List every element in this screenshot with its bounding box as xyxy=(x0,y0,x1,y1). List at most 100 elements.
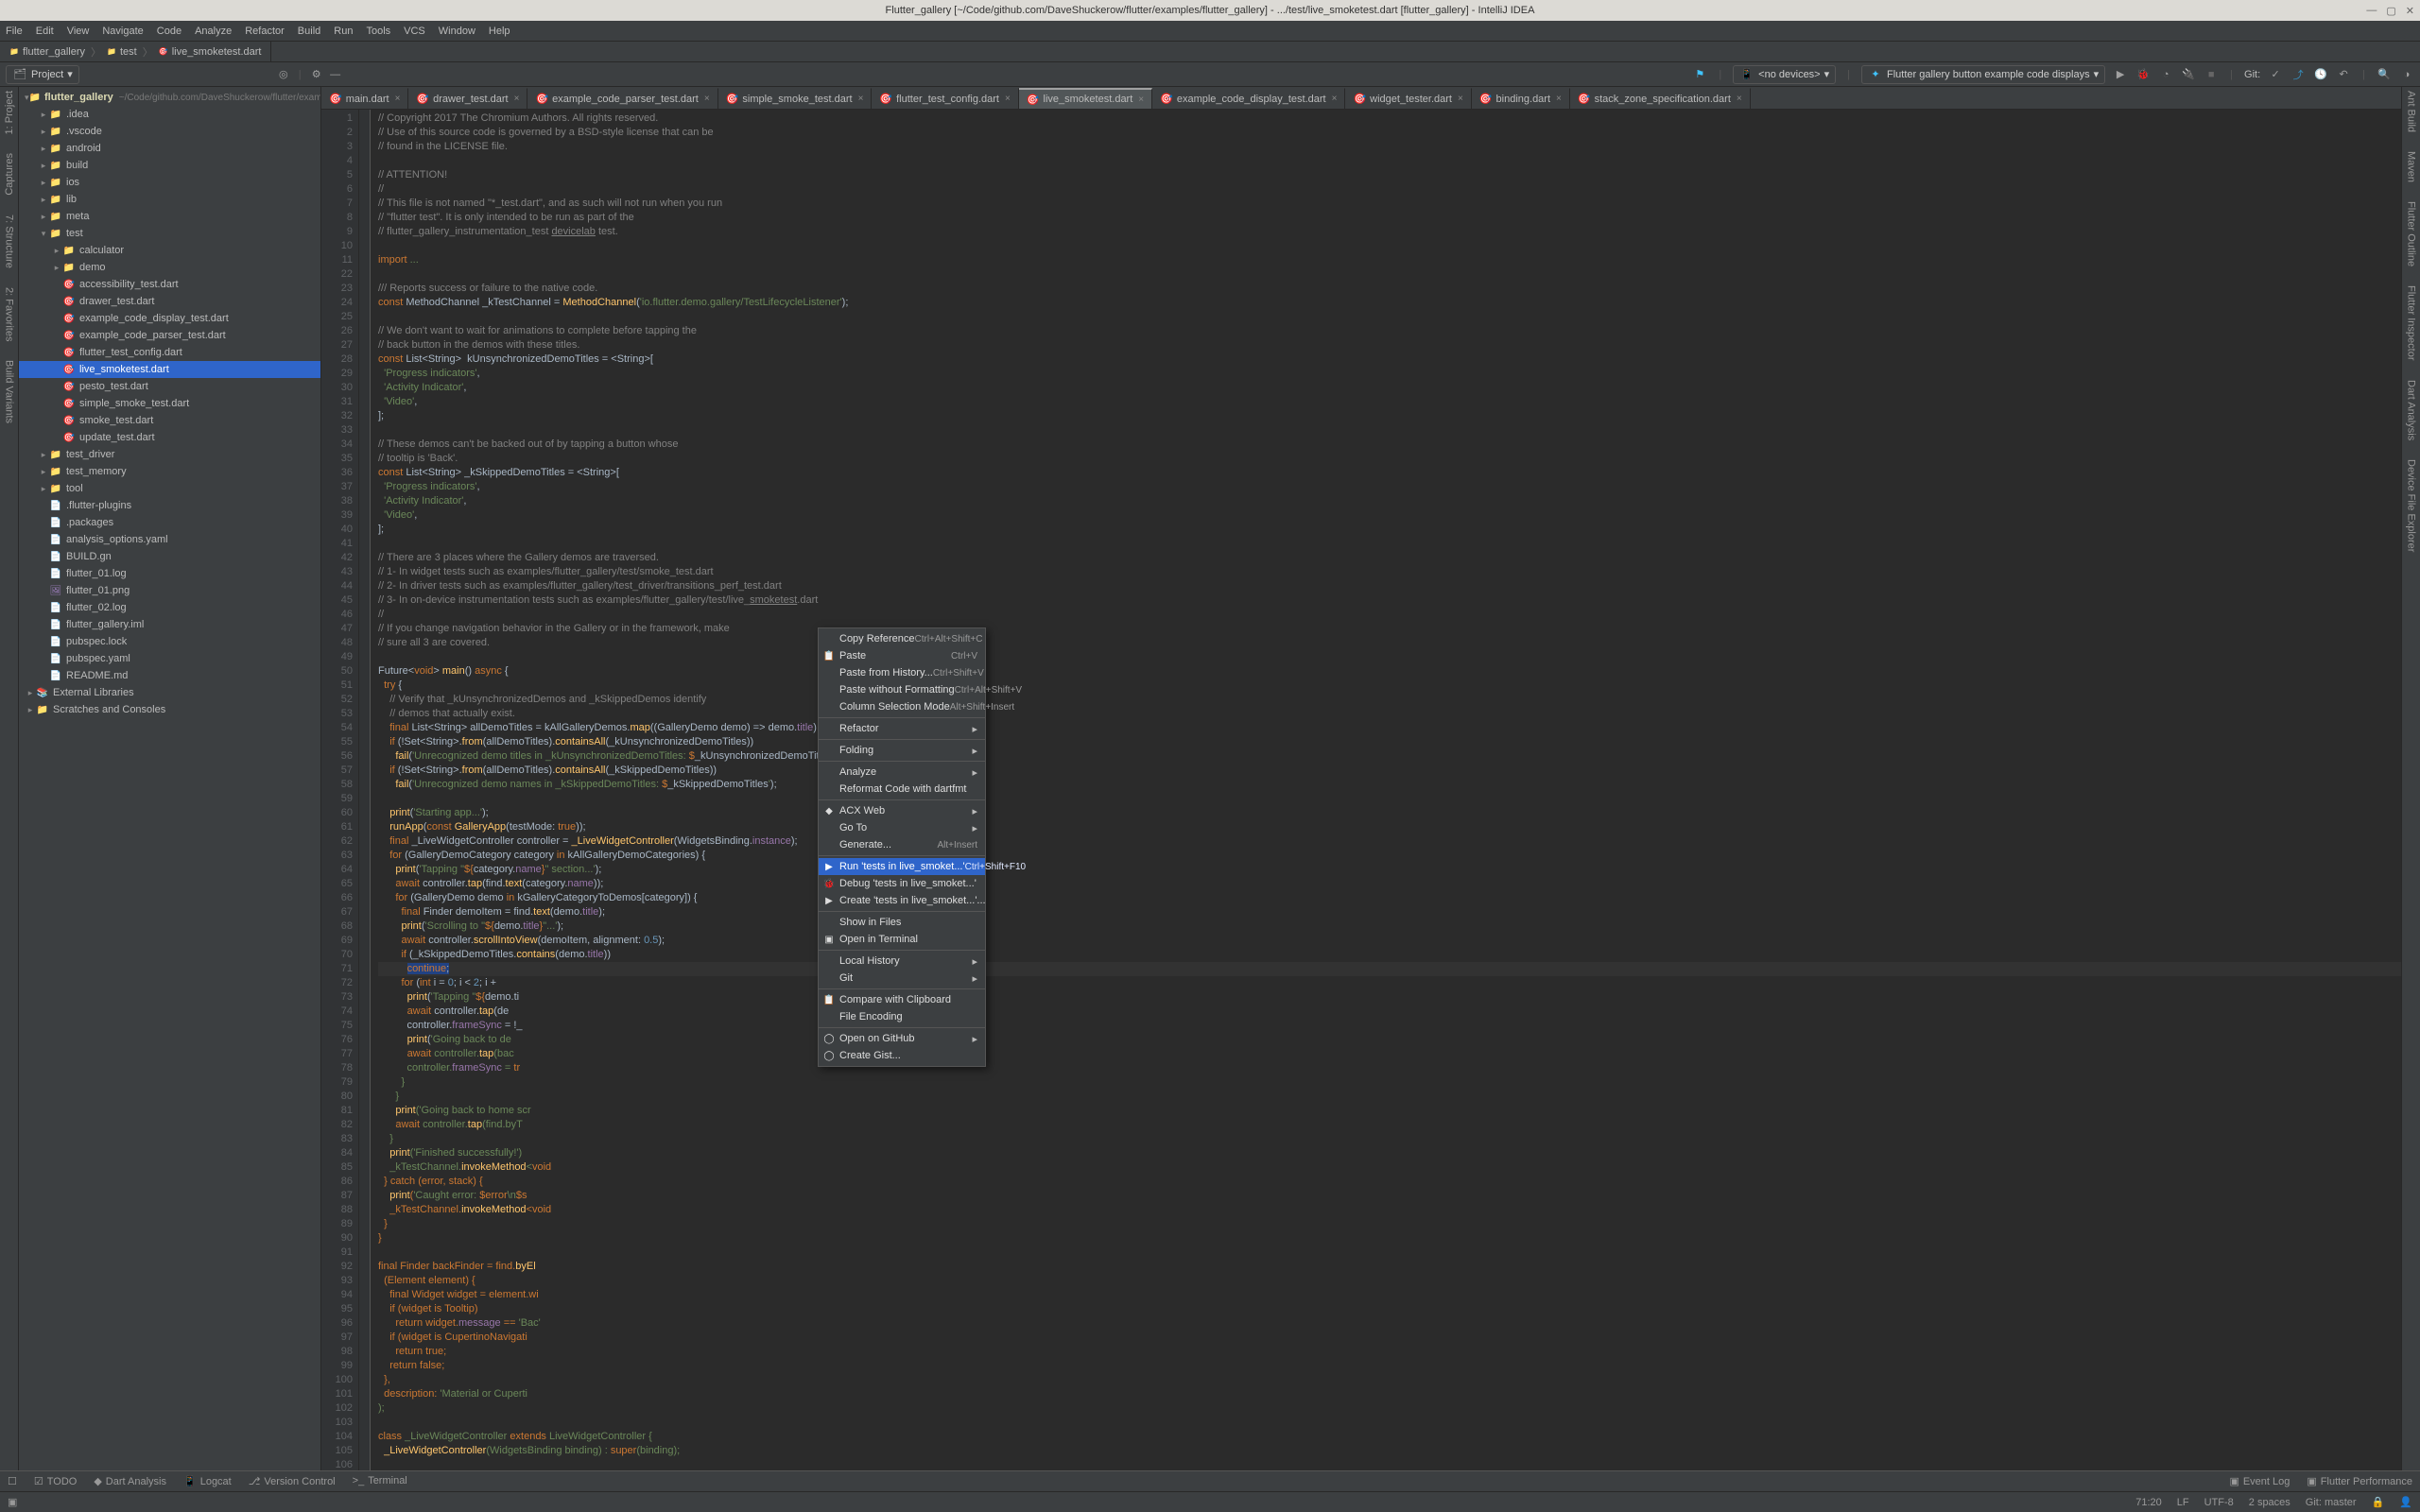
ctx-file-encoding[interactable]: File Encoding xyxy=(819,1008,985,1025)
ctx-analyze[interactable]: Analyze▸ xyxy=(819,764,985,781)
menu-run[interactable]: Run xyxy=(334,26,353,37)
tree--vscode[interactable]: ▸📁.vscode xyxy=(19,123,320,140)
tab-example-code-display-test-dart[interactable]: 🎯example_code_display_test.dart× xyxy=(1152,88,1345,109)
close-icon[interactable]: × xyxy=(514,94,520,104)
ctx-open-in-terminal[interactable]: ▣Open in Terminal xyxy=(819,931,985,948)
tree-flutter-test-config-dart[interactable]: 🎯flutter_test_config.dart xyxy=(19,344,320,361)
stop-icon[interactable]: ■ xyxy=(2204,67,2219,82)
tree-pesto-test-dart[interactable]: 🎯pesto_test.dart xyxy=(19,378,320,395)
minimize-icon[interactable]: — xyxy=(2366,5,2377,17)
gear-icon[interactable]: ⚙ xyxy=(309,67,324,82)
flutter-icon[interactable]: ⚑ xyxy=(1692,67,1707,82)
octocat-icon[interactable]: ◑ xyxy=(2399,67,2414,82)
ctx-go-to[interactable]: Go To▸ xyxy=(819,819,985,836)
ctx-git[interactable]: Git▸ xyxy=(819,970,985,987)
tree-flutter-gallery[interactable]: ▾📁flutter_gallery~/Code/github.com/DaveS… xyxy=(19,89,320,106)
ctx-paste-from-history-[interactable]: Paste from History...Ctrl+Shift+V xyxy=(819,664,985,681)
ctx-show-in-files[interactable]: Show in Files xyxy=(819,914,985,931)
bottom-tool-todo[interactable]: ☑TODO xyxy=(34,1475,77,1487)
tree-scratches-and-consoles[interactable]: ▸📁Scratches and Consoles xyxy=(19,701,320,718)
search-icon[interactable]: 🔍 xyxy=(2377,67,2392,82)
ctx-folding[interactable]: Folding▸ xyxy=(819,742,985,759)
tree-drawer-test-dart[interactable]: 🎯drawer_test.dart xyxy=(19,293,320,310)
menu-help[interactable]: Help xyxy=(489,26,510,37)
tree-pubspec-lock[interactable]: 📄pubspec.lock xyxy=(19,633,320,650)
tree-accessibility-test-dart[interactable]: 🎯accessibility_test.dart xyxy=(19,276,320,293)
git-push-icon[interactable]: ⤴ xyxy=(2290,67,2306,82)
minimize-panel-icon[interactable]: — xyxy=(328,67,343,82)
tree-pubspec-yaml[interactable]: 📄pubspec.yaml xyxy=(19,650,320,667)
ctx-column-selection-mode[interactable]: Column Selection ModeAlt+Shift+Insert xyxy=(819,698,985,715)
tree-build-gn[interactable]: 📄BUILD.gn xyxy=(19,548,320,565)
tree-flutter-02-log[interactable]: 📄flutter_02.log xyxy=(19,599,320,616)
ctx-generate-[interactable]: Generate...Alt+Insert xyxy=(819,836,985,853)
tab-simple-smoke-test-dart[interactable]: 🎯simple_smoke_test.dart× xyxy=(718,88,873,109)
run-config-selector[interactable]: ✦ Flutter gallery button example code di… xyxy=(1861,65,2105,84)
menu-edit[interactable]: Edit xyxy=(36,26,54,37)
run-icon[interactable]: ▶ xyxy=(2113,67,2128,82)
tool-dart-analysis[interactable]: Dart Analysis xyxy=(2406,380,2417,440)
ctx-copy-reference[interactable]: Copy ReferenceCtrl+Alt+Shift+C xyxy=(819,630,985,647)
tool-1-project[interactable]: 1: Project xyxy=(4,91,15,134)
tree-update-test-dart[interactable]: 🎯update_test.dart xyxy=(19,429,320,446)
bottom-tool-event-log[interactable]: ▣Event Log xyxy=(2229,1475,2290,1487)
tree-example-code-parser-test-dart[interactable]: 🎯example_code_parser_test.dart xyxy=(19,327,320,344)
close-icon[interactable]: ✕ xyxy=(2406,5,2414,17)
status-corner-icon[interactable]: 👤 xyxy=(2399,1496,2412,1508)
menu-navigate[interactable]: Navigate xyxy=(102,26,143,37)
tree--idea[interactable]: ▸📁.idea xyxy=(19,106,320,123)
tree-tool[interactable]: ▸📁tool xyxy=(19,480,320,497)
close-icon[interactable]: × xyxy=(1737,94,1742,104)
close-icon[interactable]: × xyxy=(1138,94,1144,105)
ctx-acx-web[interactable]: ◆ACX Web▸ xyxy=(819,802,985,819)
tree--packages[interactable]: 📄.packages xyxy=(19,514,320,531)
ctx-reformat-code-with-dartfmt[interactable]: Reformat Code with dartfmt xyxy=(819,781,985,798)
ctx-open-on-github[interactable]: ◯Open on GitHub▸ xyxy=(819,1030,985,1047)
tool-maven[interactable]: Maven xyxy=(2406,151,2417,182)
tool-flutter-outline[interactable]: Flutter Outline xyxy=(2406,201,2417,266)
tree-lib[interactable]: ▸📁lib xyxy=(19,191,320,208)
tool-build-variants[interactable]: Build Variants xyxy=(4,360,15,423)
tab-binding-dart[interactable]: 🎯binding.dart× xyxy=(1472,88,1570,109)
tree-example-code-display-test-dart[interactable]: 🎯example_code_display_test.dart xyxy=(19,310,320,327)
bottom-tool-terminal[interactable]: >_Terminal xyxy=(353,1475,407,1487)
tree-meta[interactable]: ▸📁meta xyxy=(19,208,320,225)
menu-refactor[interactable]: Refactor xyxy=(245,26,285,37)
bottom-tool-logcat[interactable]: 📱Logcat xyxy=(183,1475,232,1487)
tab-stack-zone-specification-dart[interactable]: 🎯stack_zone_specification.dart× xyxy=(1570,88,1751,109)
git-revert-icon[interactable]: ↶ xyxy=(2336,67,2351,82)
tree-simple-smoke-test-dart[interactable]: 🎯simple_smoke_test.dart xyxy=(19,395,320,412)
menu-tools[interactable]: Tools xyxy=(366,26,390,37)
bottom-tool-flutter-performance[interactable]: ▣Flutter Performance xyxy=(2307,1475,2412,1487)
menu-vcs[interactable]: VCS xyxy=(404,26,425,37)
bottom-tool--[interactable]: ☐ xyxy=(8,1475,17,1487)
ctx-run-tests-in-live-smoket-[interactable]: ▶Run 'tests in live_smoket...'Ctrl+Shift… xyxy=(819,858,985,875)
close-icon[interactable]: × xyxy=(395,94,401,104)
tree-smoke-test-dart[interactable]: 🎯smoke_test.dart xyxy=(19,412,320,429)
maximize-icon[interactable]: ▢ xyxy=(2386,5,2395,17)
tree-build[interactable]: ▸📁build xyxy=(19,157,320,174)
ctx-paste[interactable]: 📋PasteCtrl+V xyxy=(819,647,985,664)
editor-body[interactable]: 1 2 3 4 5 6 7 8 9 10 11 22 23 24 25 26 2… xyxy=(321,110,2401,1470)
lock-icon[interactable]: 🔒 xyxy=(2372,1496,2385,1508)
tool-flutter-inspector[interactable]: Flutter Inspector xyxy=(2406,285,2417,360)
ctx-debug-tests-in-live-smoket-[interactable]: 🐞Debug 'tests in live_smoket...' xyxy=(819,875,985,892)
tab-example-code-parser-test-dart[interactable]: 🎯example_code_parser_test.dart× xyxy=(527,88,717,109)
git-pull-icon[interactable]: ✓ xyxy=(2268,67,2283,82)
tree-flutter-gallery-iml[interactable]: 📄flutter_gallery.iml xyxy=(19,616,320,633)
indent[interactable]: 2 spaces xyxy=(2249,1497,2290,1508)
ctx-local-history[interactable]: Local History▸ xyxy=(819,953,985,970)
tree-flutter-01-log[interactable]: 📄flutter_01.log xyxy=(19,565,320,582)
tree-calculator[interactable]: ▸📁calculator xyxy=(19,242,320,259)
menu-window[interactable]: Window xyxy=(439,26,475,37)
tree-test-driver[interactable]: ▸📁test_driver xyxy=(19,446,320,463)
git-branch[interactable]: Git: master xyxy=(2306,1497,2357,1508)
profile-icon[interactable]: ◔ xyxy=(2158,67,2173,82)
close-icon[interactable]: × xyxy=(1556,94,1562,104)
menu-build[interactable]: Build xyxy=(298,26,320,37)
close-icon[interactable]: × xyxy=(704,94,710,104)
ctx-paste-without-formatting[interactable]: Paste without FormattingCtrl+Alt+Shift+V xyxy=(819,681,985,698)
menu-view[interactable]: View xyxy=(67,26,90,37)
tab-drawer-test-dart[interactable]: 🎯drawer_test.dart× xyxy=(408,88,527,109)
tree-analysis-options-yaml[interactable]: 📄analysis_options.yaml xyxy=(19,531,320,548)
